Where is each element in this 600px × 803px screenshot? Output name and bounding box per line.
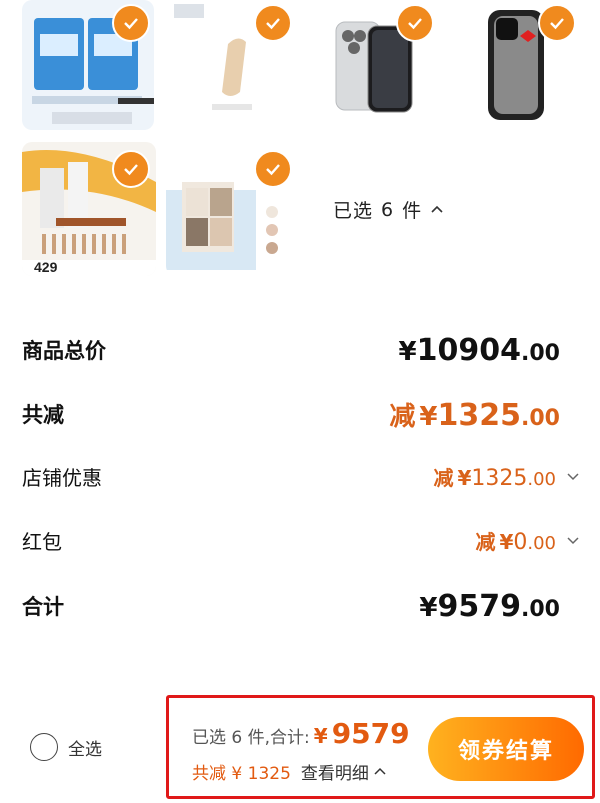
check-icon[interactable]	[112, 150, 150, 188]
selected-count-toggle[interactable]: 已选 6 件	[333, 196, 444, 223]
select-all-radio[interactable]	[30, 733, 58, 761]
chevron-down-icon	[567, 473, 579, 481]
store-discount-row[interactable]: 店铺优惠 减 ¥1325.00	[22, 456, 580, 496]
grand-total-value: ¥9579.00	[419, 588, 560, 624]
select-all-label: 全选	[68, 739, 102, 760]
total-price-row: 商品总价 ¥10904.00	[22, 330, 560, 370]
chevron-up-icon	[431, 205, 443, 213]
chevron-down-icon	[567, 537, 579, 545]
total-price-value: ¥10904.00	[398, 332, 560, 368]
grand-total-label: 合计	[22, 595, 64, 619]
discount-row: 共减 减 ¥1325.00	[22, 394, 560, 434]
check-icon[interactable]	[254, 4, 292, 42]
total-price-label: 商品总价	[22, 339, 106, 363]
store-discount-value: 减 ¥1325.00	[433, 462, 580, 491]
selected-unit: 件	[402, 200, 423, 222]
red-packet-value: 减 ¥0.00	[475, 526, 580, 555]
selected-number: 6	[381, 198, 395, 221]
check-icon[interactable]	[538, 4, 576, 42]
red-packet-row[interactable]: 红包 减 ¥0.00	[22, 520, 580, 560]
discount-label: 共减	[22, 403, 64, 427]
check-icon[interactable]	[396, 4, 434, 42]
red-packet-label: 红包	[22, 529, 62, 554]
check-icon[interactable]	[112, 4, 150, 42]
check-icon[interactable]	[254, 150, 292, 188]
discount-value: 减 ¥1325.00	[389, 397, 560, 433]
highlight-annotation	[166, 695, 595, 799]
store-discount-label: 店铺优惠	[22, 465, 102, 490]
selected-label: 已选	[333, 200, 374, 222]
select-all-toggle[interactable]: 全选	[30, 733, 102, 761]
grand-total-row: 合计 ¥9579.00	[22, 586, 560, 626]
price-tag: 429	[34, 259, 58, 275]
